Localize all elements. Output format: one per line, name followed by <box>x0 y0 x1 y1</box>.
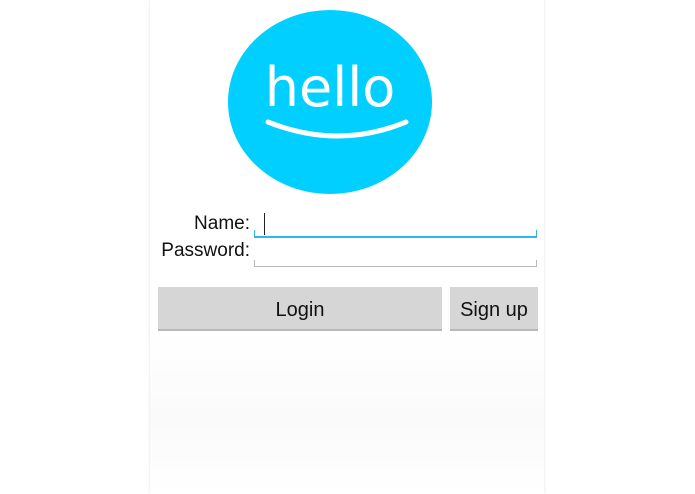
name-field-wrapper[interactable] <box>254 210 537 238</box>
hello-logo: hello <box>228 10 432 194</box>
password-field-wrapper[interactable] <box>254 239 537 267</box>
name-label: Name: <box>194 213 250 234</box>
signup-button[interactable]: Sign up <box>450 287 538 331</box>
app-screen: hello Name: Password: Login Sign up <box>150 0 544 494</box>
password-field-underline <box>254 260 537 267</box>
hello-smile-icon: hello <box>228 10 432 194</box>
password-label: Password: <box>161 240 250 261</box>
login-button[interactable]: Login <box>158 287 442 331</box>
name-field-underline <box>254 230 537 238</box>
logo-text: hello <box>265 56 396 119</box>
